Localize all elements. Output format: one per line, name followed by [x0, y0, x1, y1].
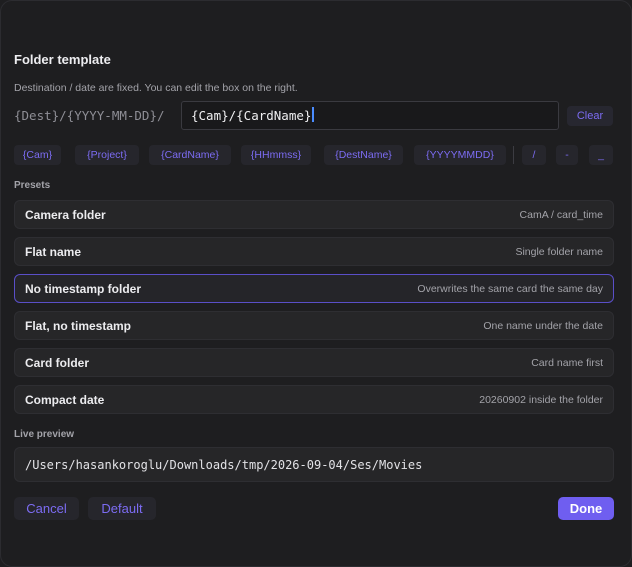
- separator-slash[interactable]: /: [522, 145, 546, 165]
- preset-description: One name under the date: [483, 320, 603, 332]
- cancel-button[interactable]: Cancel: [14, 497, 79, 520]
- preset-name: No timestamp folder: [25, 282, 142, 296]
- token-divider: [513, 146, 514, 164]
- preset-description: Overwrites the same card the same day: [417, 283, 603, 295]
- preset-flat-name[interactable]: Flat name Single folder name: [14, 237, 614, 266]
- preset-card-folder[interactable]: Card folder Card name first: [14, 348, 614, 377]
- token-cardname[interactable]: {CardName}: [149, 145, 231, 165]
- clear-button[interactable]: Clear: [567, 106, 613, 126]
- preset-camera-folder[interactable]: Camera folder CamA / card_time: [14, 200, 614, 229]
- preset-name: Flat, no timestamp: [25, 319, 132, 333]
- preset-description: 20260902 inside the folder: [479, 394, 603, 406]
- live-preview-label: Live preview: [14, 429, 75, 440]
- separator-dash[interactable]: -: [556, 145, 578, 165]
- token-cam[interactable]: {Cam}: [14, 145, 61, 165]
- preset-description: Card name first: [531, 357, 603, 369]
- fixed-prefix: {Dest}/{YYYY-MM-DD}/: [14, 108, 165, 123]
- dialog-title: Folder template: [14, 52, 111, 67]
- preset-name: Compact date: [25, 393, 105, 407]
- token-hhmmss[interactable]: {HHmmss}: [241, 145, 311, 165]
- token-project[interactable]: {Project}: [75, 145, 139, 165]
- preset-description: Single folder name: [515, 246, 603, 258]
- presets-label: Presets: [14, 180, 51, 191]
- done-button[interactable]: Done: [558, 497, 614, 520]
- preset-no-timestamp-folder[interactable]: No timestamp folder Overwrites the same …: [14, 274, 614, 303]
- preset-compact-date[interactable]: Compact date 20260902 inside the folder: [14, 385, 614, 414]
- separator-underscore[interactable]: _: [589, 145, 613, 165]
- template-input[interactable]: {Cam}/{CardName}: [181, 101, 559, 130]
- text-caret: [312, 107, 315, 122]
- preset-name: Camera folder: [25, 208, 106, 222]
- preset-name: Card folder: [25, 356, 90, 370]
- token-yyyymmdd[interactable]: {YYYYMMDD}: [414, 145, 506, 165]
- token-destname[interactable]: {DestName}: [324, 145, 403, 165]
- default-button[interactable]: Default: [88, 497, 156, 520]
- live-preview-path: /Users/hasankoroglu/Downloads/tmp/2026-0…: [14, 447, 614, 482]
- folder-template-dialog: Folder template Destination / date are f…: [0, 0, 632, 567]
- preset-name: Flat name: [25, 245, 82, 259]
- preset-flat-no-timestamp[interactable]: Flat, no timestamp One name under the da…: [14, 311, 614, 340]
- template-input-value: {Cam}/{CardName}: [191, 108, 312, 123]
- dialog-subtitle: Destination / date are fixed. You can ed…: [14, 82, 298, 94]
- preset-description: CamA / card_time: [519, 209, 603, 221]
